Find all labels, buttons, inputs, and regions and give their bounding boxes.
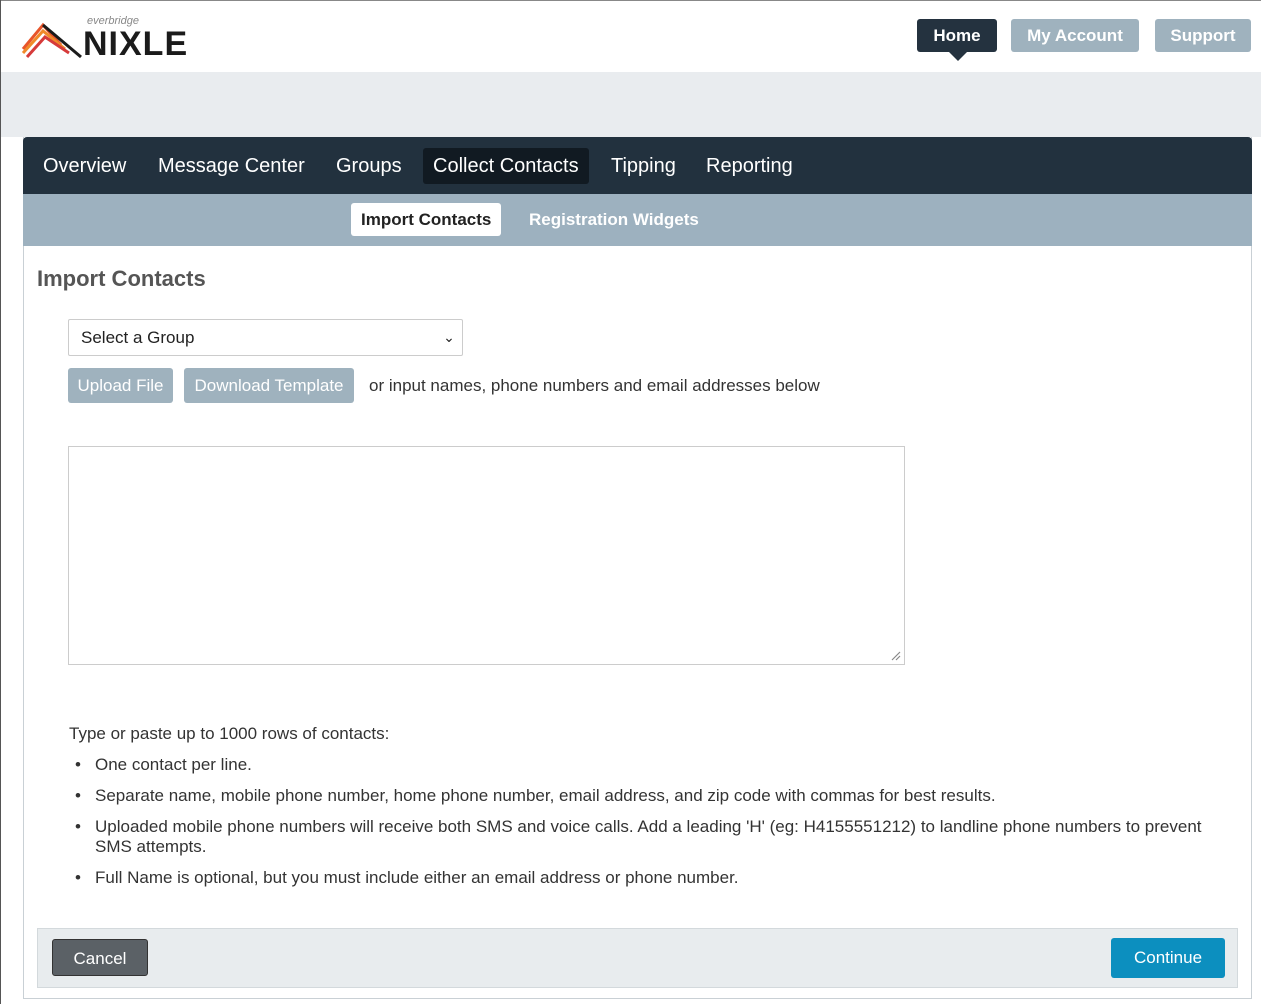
instruction-item: Uploaded mobile phone numbers will recei… <box>69 817 1219 857</box>
cancel-button[interactable]: Cancel <box>52 939 148 976</box>
sub-nav: Import Contacts Registration Widgets <box>23 194 1252 246</box>
nixle-wordmark: NIXLE <box>83 25 189 63</box>
action-footer: Cancel Continue <box>37 928 1238 988</box>
import-instructions: Type or paste up to 1000 rows of contact… <box>69 724 1219 899</box>
chevron-down-icon: ⌄ <box>443 329 455 345</box>
helper-text: or input names, phone numbers and email … <box>369 376 820 395</box>
header-spacer <box>1 72 1261 137</box>
my-account-button[interactable]: My Account <box>1011 19 1139 52</box>
tab-overview[interactable]: Overview <box>33 148 136 184</box>
main-nav: Overview Message Center Groups Collect C… <box>23 137 1252 194</box>
support-button[interactable]: Support <box>1155 19 1251 52</box>
upload-file-button[interactable]: Upload File <box>68 368 173 403</box>
subtab-import-contacts[interactable]: Import Contacts <box>351 203 502 236</box>
tab-groups[interactable]: Groups <box>326 148 412 184</box>
instruction-item: Separate name, mobile phone number, home… <box>69 786 1219 806</box>
resize-grip-icon[interactable] <box>889 649 901 661</box>
subtab-registration-widgets[interactable]: Registration Widgets <box>519 203 709 236</box>
instructions-list: One contact per line. Separate name, mob… <box>69 755 1219 888</box>
tab-collect-contacts[interactable]: Collect Contacts <box>423 148 589 184</box>
instruction-item: Full Name is optional, but you must incl… <box>69 868 1219 888</box>
group-select[interactable]: Select a Group ⌄ <box>68 319 463 356</box>
home-button[interactable]: Home <box>917 19 997 61</box>
nixle-wave-icon <box>21 22 82 59</box>
instruction-item: One contact per line. <box>69 755 1219 775</box>
tab-message-center[interactable]: Message Center <box>148 148 315 184</box>
instructions-intro: Type or paste up to 1000 rows of contact… <box>69 724 390 743</box>
group-select-value: Select a Group <box>81 328 195 347</box>
tab-tipping[interactable]: Tipping <box>601 148 686 184</box>
nixle-logo[interactable]: everbridge NIXLE <box>21 13 191 63</box>
contacts-textarea[interactable] <box>68 446 905 665</box>
tab-reporting[interactable]: Reporting <box>696 148 803 184</box>
download-template-button[interactable]: Download Template <box>184 368 354 403</box>
continue-button[interactable]: Continue <box>1111 938 1225 978</box>
top-header: everbridge NIXLE Home My Account Support <box>1 0 1261 72</box>
page-title: Import Contacts <box>37 266 206 291</box>
